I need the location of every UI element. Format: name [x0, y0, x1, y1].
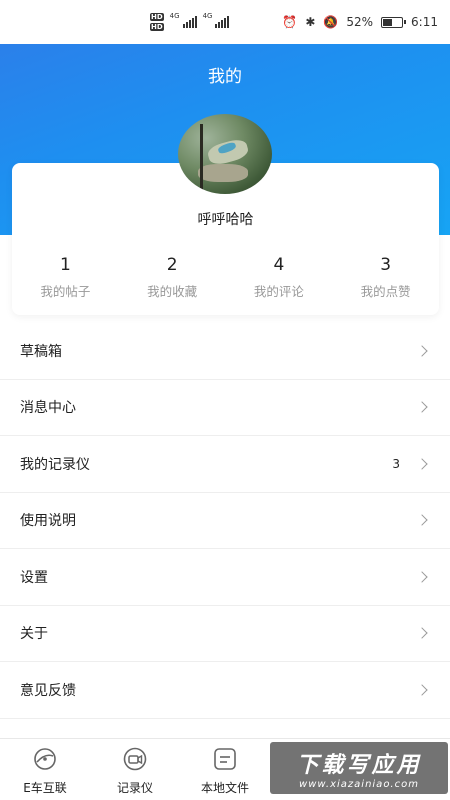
- nav-label: E车互联: [23, 781, 67, 795]
- nav-item-recorder[interactable]: 记录仪: [90, 739, 180, 800]
- avatar[interactable]: [178, 114, 272, 194]
- signal-icon: [182, 16, 197, 28]
- chevron-right-icon: [416, 514, 428, 526]
- watermark-logo: 下载写应用 www.xiazainiao.com: [270, 742, 448, 794]
- stat-posts[interactable]: 1 我的帖子: [12, 255, 119, 300]
- chevron-right-icon: [416, 684, 428, 696]
- alarm-icon: ⏰: [282, 15, 298, 29]
- recorder-count-badge: 3: [392, 456, 400, 471]
- menu-item-label: 草稿箱: [20, 343, 62, 360]
- stat-favorites[interactable]: 2 我的收藏: [119, 255, 226, 300]
- stat-value: 1: [59, 255, 71, 275]
- menu-item-label: 设置: [20, 569, 48, 586]
- signal-indicators: HD HD 4G 4G: [150, 12, 230, 32]
- menu-item-label: 使用说明: [20, 513, 76, 530]
- stat-likes[interactable]: 3 我的点赞: [332, 255, 439, 300]
- file-icon: [211, 747, 239, 771]
- username[interactable]: 呼呼哈哈: [12, 209, 439, 229]
- stat-label: 我的收藏: [147, 284, 198, 299]
- network-type: 4G: [169, 12, 180, 20]
- watermark-title: 下载写应用: [296, 752, 422, 778]
- signal-icon-2: [215, 16, 230, 28]
- watermark-url: www.xiazainiao.com: [299, 778, 419, 790]
- stat-label: 我的帖子: [40, 284, 91, 299]
- battery-percent: 52%: [346, 15, 374, 29]
- menu-item-messages[interactable]: 消息中心: [0, 380, 450, 436]
- chevron-right-icon: [416, 345, 428, 357]
- stat-comments[interactable]: 4 我的评论: [226, 255, 333, 300]
- nav-item-local-files[interactable]: 本地文件: [180, 739, 270, 800]
- stat-value: 2: [166, 255, 178, 275]
- steering-wheel-icon: [31, 747, 59, 771]
- stat-label: 我的评论: [253, 284, 304, 299]
- status-bar: HD HD 4G 4G ⏰ ✱ 🔕 52% 6:11: [0, 0, 450, 44]
- menu-item-settings[interactable]: 设置: [0, 549, 450, 606]
- stat-value: 3: [380, 255, 392, 275]
- battery-icon: [381, 16, 407, 28]
- battery-fill: [383, 18, 393, 26]
- menu-item-feedback[interactable]: 意见反馈: [0, 662, 450, 719]
- menu-list: 草稿箱 消息中心 我的记录仪 3 使用说明 设置 关于 意见反馈: [0, 323, 450, 719]
- menu-item-label: 意见反馈: [20, 682, 76, 699]
- nav-label: 本地文件: [200, 781, 249, 795]
- menu-item-label: 我的记录仪: [20, 456, 90, 473]
- stat-label: 我的点赞: [360, 284, 411, 299]
- menu-item-instructions[interactable]: 使用说明: [0, 493, 450, 549]
- nav-item-e-car[interactable]: E车互联: [0, 739, 90, 800]
- nav-label: 记录仪: [116, 781, 153, 795]
- status-right: ⏰ ✱ 🔕 52% 6:11: [282, 15, 438, 29]
- menu-item-drafts[interactable]: 草稿箱: [0, 323, 450, 380]
- menu-item-my-recorder[interactable]: 我的记录仪 3: [0, 436, 450, 493]
- chevron-right-icon: [416, 627, 428, 639]
- menu-item-label: 消息中心: [20, 400, 76, 417]
- network-type-2: 4G: [202, 12, 213, 20]
- profile-stats: 1 我的帖子 2 我的收藏 4 我的评论 3 我的点赞: [12, 255, 439, 300]
- bluetooth-icon: ✱: [305, 15, 316, 29]
- stat-value: 4: [273, 255, 285, 275]
- chevron-right-icon: [416, 458, 428, 470]
- clock: 6:11: [411, 15, 438, 29]
- menu-item-about[interactable]: 关于: [0, 606, 450, 662]
- hd-icon: HD HD: [150, 13, 164, 31]
- chevron-right-icon: [416, 401, 428, 413]
- camera-recorder-icon: [121, 747, 149, 771]
- menu-item-label: 关于: [20, 626, 48, 643]
- chevron-right-icon: [416, 571, 428, 583]
- page-title: 我的: [208, 67, 242, 87]
- mute-icon: 🔕: [323, 15, 339, 29]
